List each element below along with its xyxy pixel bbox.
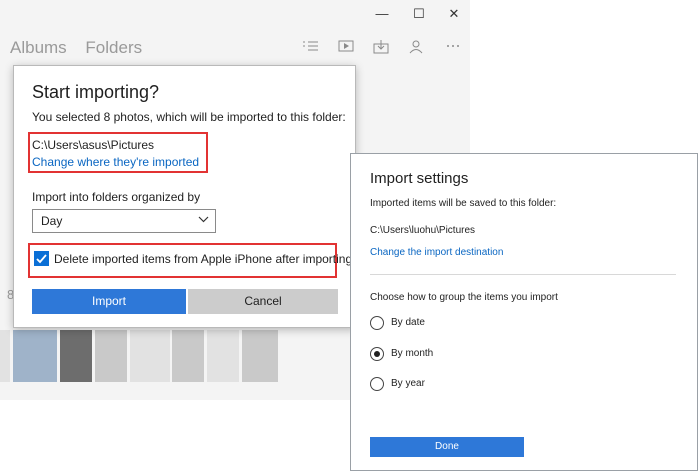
top-nav: Albums Folders bbox=[10, 38, 156, 58]
import-folder-path: C:\Users\asus\Pictures bbox=[32, 138, 155, 152]
done-button[interactable]: Done bbox=[370, 437, 524, 457]
radio-by-year-label[interactable]: By year bbox=[391, 378, 425, 389]
photo-thumbnail[interactable] bbox=[207, 330, 239, 382]
select-icon[interactable] bbox=[302, 40, 320, 54]
divider bbox=[370, 274, 676, 275]
organize-by-value: Day bbox=[41, 214, 63, 228]
photo-thumbnail-strip bbox=[0, 330, 290, 382]
cancel-button[interactable]: Cancel bbox=[188, 289, 338, 314]
dialog-description: You selected 8 photos, which will be imp… bbox=[32, 110, 346, 124]
radio-by-month-label[interactable]: By month bbox=[391, 348, 433, 359]
more-icon[interactable] bbox=[444, 40, 462, 54]
photo-thumbnail[interactable] bbox=[130, 330, 170, 382]
minimize-button[interactable]: — bbox=[372, 4, 392, 24]
settings-description: Imported items will be saved to this fol… bbox=[370, 198, 557, 209]
delete-after-import-checkbox[interactable] bbox=[34, 251, 49, 266]
change-import-destination-link[interactable]: Change the import destination bbox=[370, 247, 503, 258]
photo-thumbnail[interactable] bbox=[95, 330, 127, 382]
group-by-label: Choose how to group the items you import bbox=[370, 292, 558, 303]
radio-by-year[interactable] bbox=[370, 377, 384, 391]
organize-by-label: Import into folders organized by bbox=[32, 190, 201, 204]
settings-folder-path: C:\Users\luohu\Pictures bbox=[370, 225, 476, 236]
settings-title: Import settings bbox=[370, 170, 469, 187]
dialog-title: Start importing? bbox=[32, 82, 160, 102]
title-bar: — ☐ ✕ bbox=[0, 0, 470, 28]
change-import-location-link[interactable]: Change where they're imported bbox=[32, 155, 199, 169]
radio-by-month[interactable] bbox=[370, 347, 384, 361]
nav-folders[interactable]: Folders bbox=[85, 38, 142, 57]
photo-thumbnail[interactable] bbox=[60, 330, 92, 382]
maximize-button[interactable]: ☐ bbox=[409, 4, 429, 24]
photo-thumbnail[interactable] bbox=[242, 330, 278, 382]
radio-by-date[interactable] bbox=[370, 316, 384, 330]
photo-thumbnail[interactable] bbox=[172, 330, 204, 382]
delete-after-import-label[interactable]: Delete imported items from Apple iPhone … bbox=[54, 252, 352, 266]
photo-thumbnail[interactable] bbox=[13, 330, 57, 382]
photo-thumbnail[interactable] bbox=[0, 330, 10, 382]
organize-by-select[interactable]: Day bbox=[32, 209, 216, 233]
radio-by-date-label[interactable]: By date bbox=[391, 317, 425, 328]
nav-albums[interactable]: Albums bbox=[10, 38, 67, 57]
slideshow-icon[interactable] bbox=[337, 40, 355, 54]
people-icon[interactable] bbox=[408, 40, 426, 54]
chevron-down-icon bbox=[198, 213, 209, 228]
start-importing-dialog: Start importing? You selected 8 photos, … bbox=[13, 65, 356, 328]
close-button[interactable]: ✕ bbox=[444, 4, 464, 24]
import-settings-panel: Import settings Imported items will be s… bbox=[350, 153, 698, 471]
import-button[interactable]: Import bbox=[32, 289, 186, 314]
import-icon[interactable] bbox=[372, 40, 390, 54]
